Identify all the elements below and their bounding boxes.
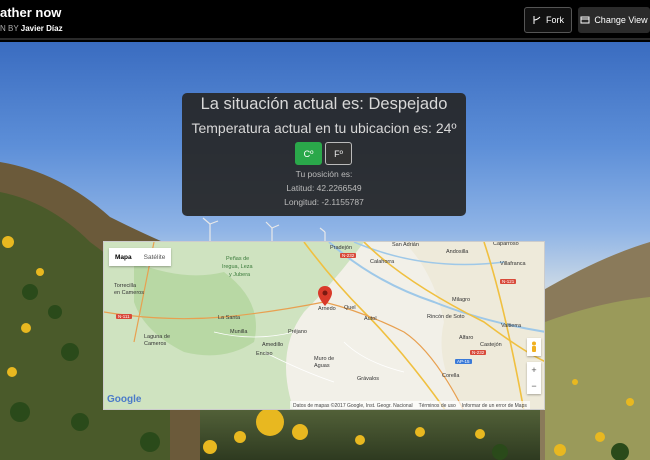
latitude-text: Latitud: 42.2266549 — [286, 183, 362, 193]
map-label: Andosilla — [446, 249, 469, 255]
attribution-text: Datos de mapas ©2017 Google, Inst. Geogr… — [293, 402, 413, 409]
map-label: Castejón — [480, 342, 502, 348]
longitude-text: Longitud: -2.1155787 — [284, 197, 364, 207]
map-label: Laguna de — [144, 334, 170, 340]
map-label: Torrecilla — [114, 283, 137, 289]
report-error-link[interactable]: Informar de un error de Maps — [462, 403, 527, 409]
map-label: Préjano — [288, 329, 307, 335]
app-title: ather now — [0, 5, 62, 20]
map-label: Milagro — [452, 297, 471, 303]
map-label: en Cameros — [114, 290, 144, 296]
map-label: Arnedo — [318, 306, 336, 312]
author-name[interactable]: Javier Díaz — [21, 24, 63, 33]
map-label: Iregua, Leza — [222, 264, 253, 270]
weather-card: La situación actual es: Despejado Temper… — [182, 93, 466, 216]
street-view-pegman-icon[interactable] — [527, 338, 541, 356]
map-label: Villafranca — [500, 261, 526, 267]
map-attribution: Datos de mapas ©2017 Google, Inst. Geogr… — [290, 401, 530, 409]
byline-prefix: N BY — [0, 24, 19, 33]
celsius-button[interactable]: Cº — [295, 142, 322, 165]
fork-icon — [533, 16, 541, 24]
map-label: Quel — [344, 305, 356, 311]
map-label: Amedillo — [262, 342, 284, 348]
top-bar: ather now N BY Javier Díaz Fork Change V… — [0, 0, 650, 40]
map-label: San Adrián — [392, 242, 419, 248]
temperature-text: Temperatura actual en tu ubicacion es: 2… — [191, 120, 457, 136]
map-type-control: Mapa Satélite — [109, 248, 172, 266]
map-label: Calahorra — [370, 259, 395, 265]
road-badge: N-232 — [470, 350, 487, 355]
zoom-out-button[interactable]: − — [527, 378, 541, 394]
change-view-button[interactable]: Change View — [578, 7, 650, 33]
map-label: Munilla — [230, 329, 248, 335]
map-label: Rincón de Soto — [427, 314, 465, 320]
google-logo[interactable]: Google — [107, 394, 141, 405]
map-label: Pradejón — [330, 245, 353, 251]
map-label: Aguas — [314, 363, 330, 369]
fork-button[interactable]: Fork — [524, 7, 572, 33]
map-label: y Jubera — [229, 272, 251, 278]
map-label: Alfaro — [459, 335, 474, 341]
terms-link[interactable]: Términos de uso — [419, 403, 456, 409]
map-type-satellite[interactable]: Satélite — [138, 248, 172, 266]
map-label: Autol — [364, 316, 377, 322]
map-label: Cameros — [144, 341, 167, 347]
map-label: Muro de — [314, 356, 335, 362]
change-view-label: Change View — [594, 15, 648, 25]
map-label: Caparroso — [493, 241, 519, 247]
layout-icon — [580, 16, 590, 24]
map-widget[interactable]: Mapa Satélite Peñas de Iregua, Leza y Ju… — [103, 241, 545, 410]
road-badge: N-111 — [116, 314, 132, 319]
byline: N BY Javier Díaz — [0, 24, 63, 33]
map-label: Enciso — [256, 351, 273, 357]
fork-label: Fork — [546, 15, 564, 25]
road-badge: N-232 — [340, 253, 357, 258]
road-badge: AP-15 — [455, 359, 472, 364]
map-label: Grávalos — [357, 376, 380, 382]
location-pin-icon[interactable] — [318, 286, 332, 306]
map-label: Valtierra — [501, 323, 522, 329]
zoom-in-button[interactable]: + — [527, 362, 541, 378]
zoom-control: + − — [527, 362, 541, 394]
weather-status: La situación actual es: Despejado — [200, 95, 448, 113]
map-terrain — [104, 242, 544, 409]
map-type-map[interactable]: Mapa — [109, 248, 138, 266]
road-badge: N-121 — [500, 279, 517, 284]
map-label: Corella — [442, 373, 460, 379]
map-label: Peñas de — [226, 256, 250, 262]
position-label: Tu posición es: — [295, 169, 353, 179]
map-label: La Santa — [218, 315, 241, 321]
fahrenheit-button[interactable]: Fº — [325, 142, 352, 165]
